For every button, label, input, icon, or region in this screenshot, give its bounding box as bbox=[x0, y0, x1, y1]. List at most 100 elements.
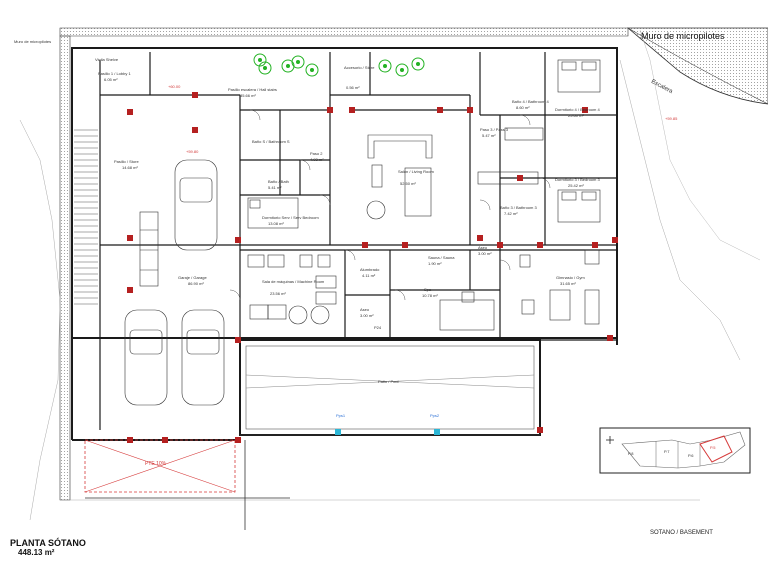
door-swing bbox=[499, 259, 511, 271]
room-gym: Gimnasio / Gym bbox=[556, 275, 585, 280]
room-bed3: Dormitorio 3 / Bedroom 3 bbox=[555, 177, 600, 182]
door-swing bbox=[229, 289, 241, 301]
room-patio: Patio / Pool bbox=[378, 379, 399, 384]
room-machine: Sala de máquinas / Machine Room bbox=[262, 279, 325, 284]
structural-column bbox=[192, 127, 198, 133]
structural-column bbox=[127, 235, 133, 241]
structural-column bbox=[402, 242, 408, 248]
structural-column bbox=[517, 175, 523, 181]
structural-column bbox=[235, 337, 241, 343]
door-swing bbox=[394, 289, 406, 301]
key-map bbox=[599, 427, 751, 474]
room-gym-area: 31.65 m² bbox=[560, 281, 576, 286]
room-sauna-area: 1.90 m² bbox=[428, 261, 442, 266]
structural-column bbox=[362, 242, 368, 248]
room-bed4: Dormitorio 4 / Bedroom 4 bbox=[555, 107, 600, 112]
room-machine-area: 23.56 m² bbox=[270, 291, 286, 296]
slope-label: PTE 10% bbox=[145, 461, 167, 467]
room-bed4-area: 25.60 m² bbox=[568, 113, 584, 118]
room-pass3: Paso 3 / Pass 3 bbox=[480, 127, 509, 132]
structural-column bbox=[192, 92, 198, 98]
elevation-2: +59.80 bbox=[186, 149, 199, 154]
elevation-1: +60.00 bbox=[168, 84, 181, 89]
room-bath3: Baño 3 / Bathroom 3 bbox=[500, 205, 537, 210]
room-service-bed-area: 13.08 m² bbox=[268, 221, 284, 226]
door-swing bbox=[319, 194, 331, 206]
room-bath-s2: Baño / Bath bbox=[268, 179, 289, 184]
structural-column bbox=[592, 242, 598, 248]
room-pasillo1-area: 6.05 m² bbox=[104, 77, 118, 82]
keymap-p6: P.6 bbox=[688, 453, 694, 458]
room-alumbrado-area: 4.11 m² bbox=[362, 273, 376, 278]
room-pasillo1: Pasillo 1 / Lobby 1 bbox=[98, 71, 131, 76]
room-living-area: 52.50 m² bbox=[400, 181, 416, 186]
room-spa: Spa bbox=[424, 287, 432, 292]
door-swing bbox=[519, 114, 531, 126]
structural-column bbox=[327, 107, 333, 113]
keymap-p8: P.8 bbox=[628, 451, 634, 456]
door-swing bbox=[299, 159, 311, 171]
furniture bbox=[124, 59, 601, 406]
courtyard-trees bbox=[253, 53, 425, 77]
label-pile1: Pps1 bbox=[336, 413, 346, 418]
room-aseo-gym-area: 3.00 m² bbox=[478, 251, 492, 256]
structural-column bbox=[607, 335, 613, 341]
room-garage-area: 86.90 m² bbox=[188, 281, 204, 286]
wall-label: Muro de micropilotes bbox=[641, 31, 725, 41]
tree-icon bbox=[258, 58, 262, 62]
label-pile2: Pps2 bbox=[430, 413, 440, 418]
keymap-p7: P.7 bbox=[664, 449, 670, 454]
structural-column bbox=[235, 437, 241, 443]
room-pass2-area: 4.93 m² bbox=[310, 157, 324, 162]
room-bath-s2-area: 5.41 m² bbox=[268, 185, 282, 190]
room-alumbrado: Alumbrado bbox=[360, 267, 380, 272]
room-store: Pasillo / Store bbox=[114, 159, 139, 164]
tree-icon bbox=[400, 68, 404, 72]
room-spa-area: 10.78 m² bbox=[422, 293, 438, 298]
interior-walls bbox=[100, 52, 617, 341]
room-garage: Garaje / Garage bbox=[178, 275, 207, 280]
room-hall-stairs: Pasillo escalera / Hall stairs bbox=[228, 87, 277, 92]
stairs-left bbox=[74, 129, 98, 305]
door-swing bbox=[344, 249, 356, 261]
room-bed3-area: 25.42 m² bbox=[568, 183, 584, 188]
room-bath4-area: 8.60 m² bbox=[516, 105, 530, 110]
room-aseo-area: 3.00 m² bbox=[360, 313, 374, 318]
label-p24: P24 bbox=[374, 325, 382, 330]
room-lobby-top: Vinila Shelve bbox=[95, 57, 119, 62]
plan-area: 448.13 m² bbox=[18, 548, 55, 557]
structural-column bbox=[477, 235, 483, 241]
structural-column bbox=[537, 242, 543, 248]
room-aseo: Aseo bbox=[360, 307, 370, 312]
room-service-bed: Dormitorio Serv / Serv Bedroom bbox=[262, 215, 319, 220]
room-living: Salón / Living Room bbox=[398, 169, 434, 174]
door-swing bbox=[479, 199, 491, 211]
plan-title: PLANTA SÓTANO bbox=[10, 538, 86, 548]
level-label: SOTANO / BASEMENT bbox=[650, 530, 713, 536]
room-sauna: Sauna / Sauna bbox=[428, 255, 455, 260]
structural-column bbox=[162, 437, 168, 443]
structural-column bbox=[437, 107, 443, 113]
structural-column bbox=[127, 109, 133, 115]
structural-column bbox=[497, 242, 503, 248]
tree-icon bbox=[310, 68, 314, 72]
tree-icon bbox=[296, 60, 300, 64]
structural-column bbox=[127, 437, 133, 443]
wall-label-left: Muro de micropilotes bbox=[14, 39, 52, 44]
basement-floor-plan bbox=[19, 27, 768, 530]
structural-column bbox=[235, 237, 241, 243]
structural-column bbox=[127, 287, 133, 293]
room-pass2: Paso 2 bbox=[310, 151, 323, 156]
door-swing bbox=[249, 109, 261, 121]
room-aseo-gym: Aseo bbox=[478, 245, 488, 250]
tree-icon bbox=[416, 62, 420, 66]
outer-walls bbox=[71, 47, 618, 441]
tree-icon bbox=[286, 64, 290, 68]
room-service-bath: Baño S / Bathroom S bbox=[252, 139, 290, 144]
tree-icon bbox=[263, 66, 267, 70]
room-bath4: Baño 4 / Bathroom 4 bbox=[512, 99, 549, 104]
room-store-area: 14.68 m² bbox=[122, 165, 138, 170]
tree-icon bbox=[383, 64, 387, 68]
room-accesorio-area: 0.56 m² bbox=[346, 85, 360, 90]
structural-column bbox=[349, 107, 355, 113]
